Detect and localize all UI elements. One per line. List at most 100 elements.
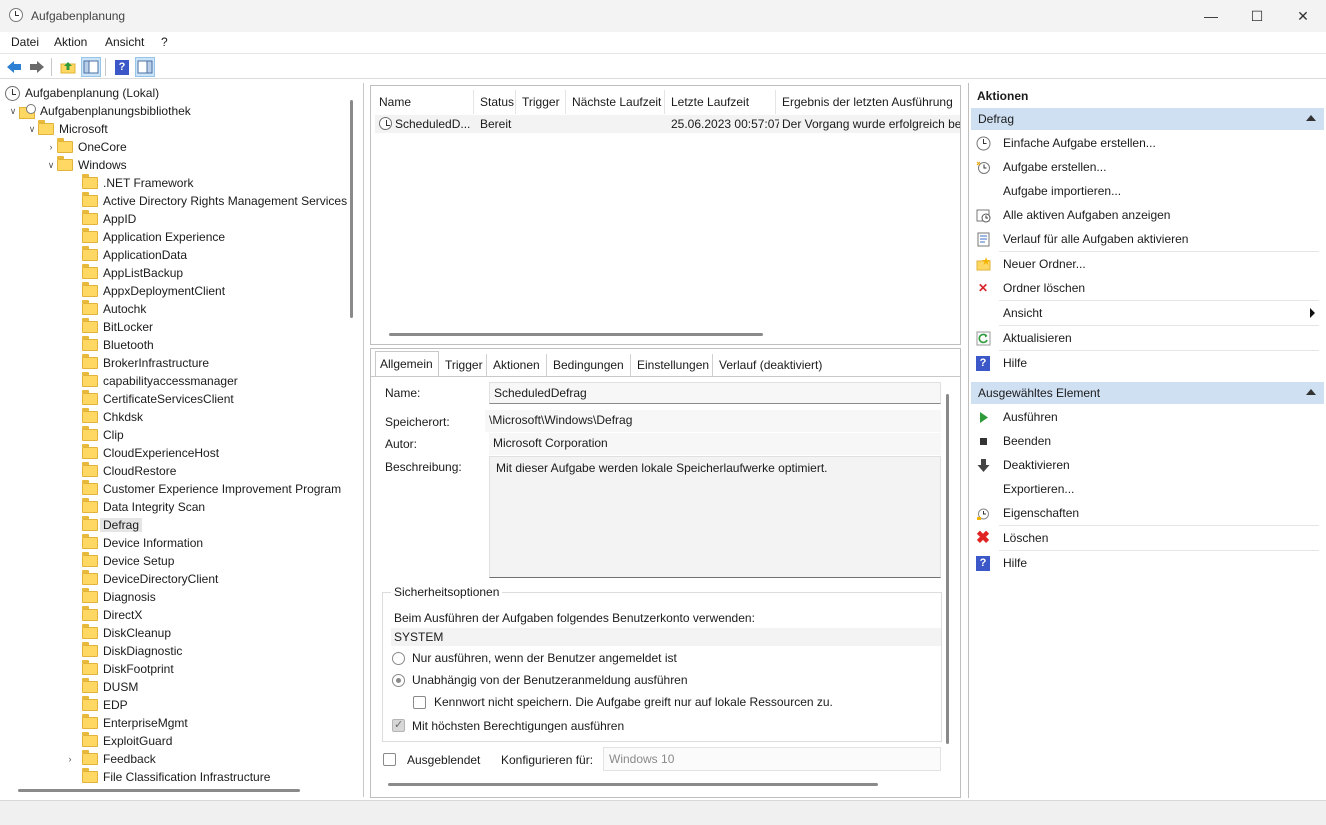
details-vertical-scrollbar[interactable] (946, 394, 949, 744)
action-new-folder[interactable]: Neuer Ordner... (975, 253, 1323, 275)
action-end[interactable]: Beenden (975, 430, 1323, 452)
tree-item-folder[interactable]: BitLocker (82, 318, 153, 336)
tab-verlauf[interactable]: Verlauf (deaktiviert) (715, 354, 827, 376)
tree-item-folder[interactable]: DiskFootprint (82, 660, 174, 678)
tree-item-folder[interactable]: Device Setup (82, 552, 174, 570)
tree-item-onecore[interactable]: › OneCore (45, 138, 127, 156)
column-header-last-result[interactable]: Ergebnis der letzten Ausführung (776, 90, 960, 114)
tree-item-folder[interactable]: .NET Framework (82, 174, 193, 192)
details-horizontal-scrollbar[interactable] (388, 783, 878, 786)
minimize-button[interactable]: — (1188, 0, 1234, 32)
tree-item-folder[interactable]: ApplicationData (82, 246, 187, 264)
tree-item-folder[interactable]: Data Integrity Scan (82, 498, 205, 516)
back-button[interactable] (4, 57, 24, 77)
show-hide-console-tree-button[interactable] (81, 57, 101, 77)
up-level-button[interactable] (58, 57, 78, 77)
tree-item-folder[interactable]: Bluetooth (82, 336, 154, 354)
tree-item-windows[interactable]: ∨ Windows (45, 156, 127, 174)
console-tree[interactable]: Aufgabenplanung (Lokal) ∨ Aufgabenplanun… (0, 83, 364, 797)
chevron-down-icon[interactable]: ∨ (45, 160, 57, 171)
action-enable-history[interactable]: Verlauf für alle Aufgaben aktivieren (975, 228, 1323, 250)
section-header-selected-item[interactable]: Ausgewähltes Element (971, 382, 1324, 404)
tree-item-folder[interactable]: Application Experience (82, 228, 225, 246)
radio-run-independent[interactable] (392, 674, 405, 687)
description-field[interactable]: Mit dieser Aufgabe werden lokale Speiche… (489, 456, 941, 578)
column-header-name[interactable]: Name (373, 90, 474, 114)
menu-aktion[interactable]: Aktion (54, 35, 87, 49)
tree-item-library[interactable]: ∨ Aufgabenplanungsbibliothek (7, 102, 191, 120)
tree-item-folder[interactable]: Clip (82, 426, 124, 444)
tree-horizontal-scrollbar[interactable] (18, 789, 300, 792)
column-header-last-run[interactable]: Letzte Laufzeit (665, 90, 776, 114)
menu-ansicht[interactable]: Ansicht (105, 35, 144, 49)
tree-item-folder[interactable]: CloudRestore (82, 462, 176, 480)
tree-item-folder[interactable]: capabilityaccessmanager (82, 372, 238, 390)
chevron-down-icon[interactable]: ∨ (26, 124, 38, 135)
task-list[interactable]: Name Status Trigger Nächste Laufzeit Let… (370, 85, 961, 345)
tree-item-folder[interactable]: AppxDeploymentClient (82, 282, 225, 300)
tree-item-folder[interactable]: DiskDiagnostic (82, 642, 182, 660)
chevron-down-icon[interactable]: ∨ (7, 106, 19, 117)
task-list-horizontal-scrollbar[interactable] (389, 333, 763, 336)
forward-button[interactable] (27, 57, 47, 77)
tree-item-microsoft[interactable]: ∨ Microsoft (26, 120, 108, 138)
action-delete[interactable]: ✖ Löschen (975, 527, 1323, 549)
checkbox-hidden[interactable] (383, 753, 396, 766)
column-header-next-run[interactable]: Nächste Laufzeit (566, 90, 665, 114)
tree-item-folder[interactable]: CloudExperienceHost (82, 444, 219, 462)
action-create-task[interactable]: Aufgabe erstellen... (975, 156, 1323, 178)
tab-allgemein[interactable]: Allgemein (375, 351, 439, 376)
tree-item-folder[interactable]: AppListBackup (82, 264, 183, 282)
tree-item-folder[interactable]: EnterpriseMgmt (82, 714, 188, 732)
action-properties[interactable]: Eigenschaften (975, 502, 1323, 524)
checkbox-highest-privileges[interactable] (392, 718, 405, 732)
collapse-icon[interactable] (1306, 389, 1316, 395)
chevron-right-icon[interactable]: › (64, 754, 76, 764)
action-view-submenu[interactable]: Ansicht (975, 302, 1323, 324)
help-button[interactable]: ? (112, 57, 132, 77)
table-row[interactable]: ScheduledD... Bereit 25.06.2023 00:57:07… (375, 115, 960, 133)
close-button[interactable]: ✕ (1280, 0, 1326, 32)
tree-item-folder[interactable]: DiskCleanup (82, 624, 171, 642)
maximize-button[interactable]: ☐ (1234, 0, 1280, 32)
action-disable[interactable]: Deaktivieren (975, 454, 1323, 476)
checkbox-no-password[interactable] (413, 696, 426, 709)
tree-item-folder[interactable]: DeviceDirectoryClient (82, 570, 218, 588)
action-export[interactable]: Exportieren... (975, 478, 1323, 500)
tree-vertical-scrollbar[interactable] (350, 100, 353, 318)
tab-bedingungen[interactable]: Bedingungen (549, 354, 631, 376)
tree-item-folder[interactable]: AppID (82, 210, 136, 228)
action-delete-folder[interactable]: ✕ Ordner löschen (975, 277, 1323, 299)
tree-item-folder[interactable]: DirectX (82, 606, 142, 624)
tree-item-root[interactable]: Aufgabenplanung (Lokal) (5, 84, 159, 102)
tab-aktionen[interactable]: Aktionen (489, 354, 547, 376)
tree-item-folder[interactable]: DUSM (82, 678, 138, 696)
section-header-defrag[interactable]: Defrag (971, 108, 1324, 130)
tree-item-folder[interactable]: Device Information (82, 534, 203, 552)
action-refresh[interactable]: Aktualisieren (975, 327, 1323, 349)
chevron-right-icon[interactable]: › (45, 142, 57, 152)
tree-item-folder[interactable]: EDP (82, 696, 128, 714)
action-run[interactable]: Ausführen (975, 406, 1323, 428)
action-help[interactable]: ? Hilfe (975, 352, 1323, 374)
tree-item-folder[interactable]: Chkdsk (82, 408, 143, 426)
column-header-status[interactable]: Status (474, 90, 516, 114)
collapse-icon[interactable] (1306, 115, 1316, 121)
tree-item-folder[interactable]: Customer Experience Improvement Program (82, 480, 341, 498)
action-create-basic-task[interactable]: Einfache Aufgabe erstellen... (975, 132, 1323, 154)
configure-for-select[interactable]: Windows 10 (603, 747, 941, 771)
radio-run-logged-on[interactable] (392, 652, 405, 665)
tree-item-defrag-selected[interactable]: Defrag (82, 516, 143, 534)
tab-trigger[interactable]: Trigger (441, 354, 487, 376)
location-field[interactable]: \Microsoft\Windows\Defrag (485, 410, 941, 432)
tree-item-folder[interactable]: Autochk (82, 300, 146, 318)
column-header-trigger[interactable]: Trigger (516, 90, 566, 114)
show-hide-action-pane-button[interactable] (135, 57, 155, 77)
author-field[interactable]: Microsoft Corporation (489, 433, 941, 455)
action-import-task[interactable]: Aufgabe importieren... (975, 180, 1323, 202)
action-show-running-tasks[interactable]: Alle aktiven Aufgaben anzeigen (975, 204, 1323, 226)
tab-einstellungen[interactable]: Einstellungen (633, 354, 713, 376)
tree-item-folder[interactable]: Active Directory Rights Management Servi… (82, 192, 347, 210)
tree-item-folder[interactable]: CertificateServicesClient (82, 390, 234, 408)
action-help-selected[interactable]: ? Hilfe (975, 552, 1323, 574)
